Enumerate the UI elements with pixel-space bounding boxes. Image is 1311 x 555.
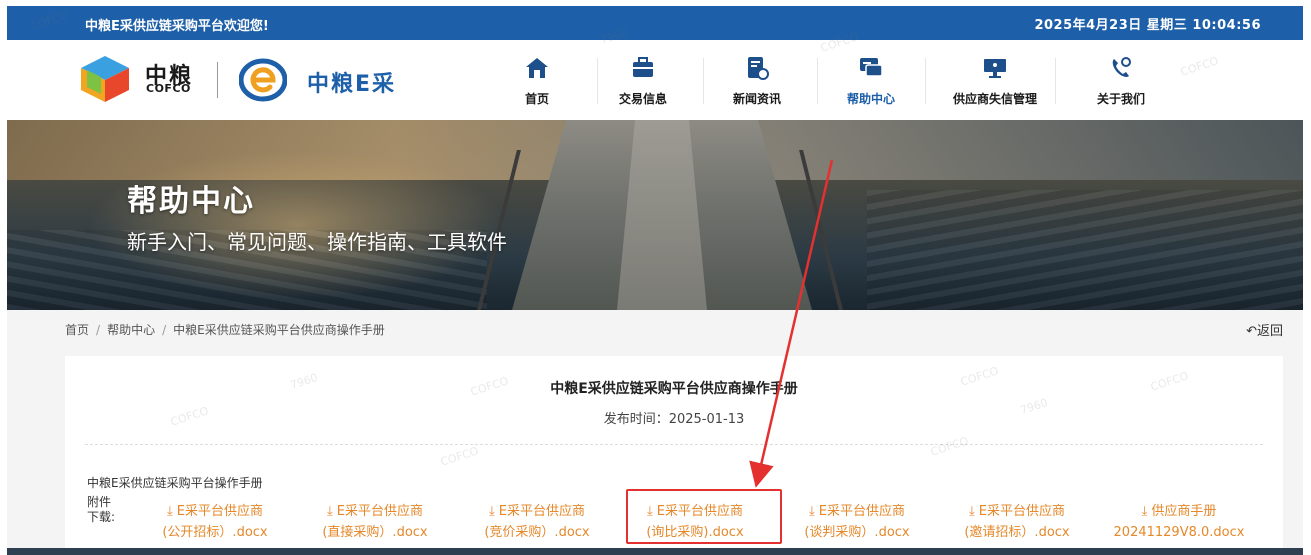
download-icon: ⤓ (327, 504, 333, 519)
hero-banner: 帮助中心 新手入门、常见问题、操作指南、工具软件 (7, 120, 1303, 310)
breadcrumb-separator: / (162, 323, 167, 337)
e-cai-logo-icon[interactable] (239, 58, 287, 102)
datetime-display: 2025年4月23日 星期三 10:04:56 (1034, 18, 1261, 33)
chat-icon (860, 58, 883, 77)
file-name-line1: E采平台供应商 (498, 504, 585, 519)
banner-subtitle: 新手入门、常见问题、操作指南、工具软件 (127, 230, 507, 254)
file-name-line2: (直接采购）.docx (322, 525, 428, 540)
publish-date: 2025-01-13 (668, 412, 745, 427)
breadcrumb: 首页 / 帮助中心 / 中粮E采供应链采购平台供应商操作手册 (65, 321, 385, 338)
phone-icon (1112, 57, 1131, 77)
attachment-link-invited-tender[interactable]: ⤓ E采平台供应商 (邀请招标）.docx (941, 501, 1093, 543)
nav-help-center[interactable]: 帮助中心 (811, 40, 931, 120)
back-label: 返回 (1256, 324, 1283, 339)
attachment-link-direct-purchase[interactable]: ⤓ E采平台供应商 (直接采购）.docx (299, 501, 451, 543)
nav-home[interactable]: 首页 (477, 40, 597, 120)
logo-divider (217, 62, 218, 98)
file-name-line1: E采平台供应商 (978, 504, 1065, 519)
top-welcome-bar: 中粮E采供应链采购平台欢迎您! 2025年4月23日 星期三 10:04:56 (7, 6, 1303, 40)
breadcrumb-current: 中粮E采供应链采购平台供应商操作手册 (173, 323, 385, 337)
file-name-line1: E采平台供应商 (176, 504, 263, 519)
breadcrumb-bar: 首页 / 帮助中心 / 中粮E采供应链采购平台供应商操作手册 ↶返回 (7, 310, 1303, 348)
nav-label: 供应商失信管理 (952, 92, 1037, 106)
nav-label: 关于我们 (1096, 92, 1145, 106)
brand-name-en: COFCO (146, 82, 191, 95)
download-icon: ⤓ (969, 504, 975, 519)
attachment-link-public-tender[interactable]: ⤓ E采平台供应商 (公开招标）.docx (139, 501, 291, 543)
download-icon: ⤓ (1141, 504, 1148, 519)
title-divider (85, 444, 1263, 445)
monitor-icon (984, 59, 1006, 78)
attachment-link-negotiation[interactable]: ⤓ E采平台供应商 (谈判采购）.docx (781, 501, 933, 543)
document-name: 中粮E采供应链采购平台操作手册 (87, 476, 263, 490)
breadcrumb-home[interactable]: 首页 (65, 321, 89, 338)
file-name-line2: (竞价采购）.docx (484, 525, 590, 540)
publish-info: 发布时间：2025-01-13 (65, 408, 1283, 427)
nav-divider (925, 58, 926, 104)
breadcrumb-separator: / (96, 323, 101, 337)
nav-label: 新闻资讯 (732, 92, 781, 106)
banner-title: 帮助中心 (127, 184, 255, 219)
file-name-line2: 20241129V8.0.docx (1113, 525, 1245, 540)
file-name-line2: (谈判采购）.docx (804, 525, 910, 540)
file-name-line2: (公开招标）.docx (162, 525, 268, 540)
attachment-link-supplier-manual[interactable]: ⤓ 供应商手册 20241129V8.0.docx (1103, 501, 1255, 543)
footer-strip (7, 548, 1303, 555)
download-icon: ⤓ (167, 504, 173, 519)
cofco-cube-logo-icon[interactable] (79, 54, 131, 104)
banner-waves (867, 190, 1303, 310)
welcome-text: 中粮E采供应链采购平台欢迎您! (85, 19, 269, 34)
news-icon (748, 57, 769, 80)
breadcrumb-help-center[interactable]: 帮助中心 (107, 321, 155, 338)
file-name-line2: (邀请招标）.docx (964, 525, 1070, 540)
nav-news[interactable]: 新闻资讯 (697, 40, 817, 120)
download-icon: ⤓ (809, 504, 815, 519)
file-name-line1: 供应商手册 (1151, 504, 1217, 519)
nav-about-us[interactable]: 关于我们 (1061, 40, 1181, 120)
download-icon: ⤓ (489, 504, 495, 519)
publish-label: 发布时间： (603, 412, 669, 427)
nav-label: 帮助中心 (846, 92, 895, 106)
nav-trade-info[interactable]: 交易信息 (583, 40, 703, 120)
home-icon (526, 58, 548, 78)
highlight-box (626, 489, 782, 544)
platform-name: 中粮E采 (307, 72, 397, 97)
nav-label: 首页 (524, 92, 549, 106)
nav-divider (1055, 58, 1056, 104)
undo-arrow-icon: ↶ (1246, 324, 1257, 339)
attachment-link-bidding[interactable]: ⤓ E采平台供应商 (竞价采购）.docx (461, 501, 613, 543)
briefcase-icon (633, 57, 653, 77)
site-header: 中粮 COFCO 中粮E采 首页 交易信息 新闻资讯 帮助中心 供应商失信管理 (7, 40, 1303, 120)
attachment-label: 附件下载: (87, 495, 116, 524)
article-title: 中粮E采供应链采购平台供应商操作手册 (550, 381, 798, 397)
file-name-line1: E采平台供应商 (336, 504, 423, 519)
file-name-line1: E采平台供应商 (818, 504, 905, 519)
nav-supplier-discredit[interactable]: 供应商失信管理 (935, 40, 1055, 120)
nav-label: 交易信息 (618, 92, 667, 106)
back-button[interactable]: ↶返回 (1246, 320, 1283, 339)
